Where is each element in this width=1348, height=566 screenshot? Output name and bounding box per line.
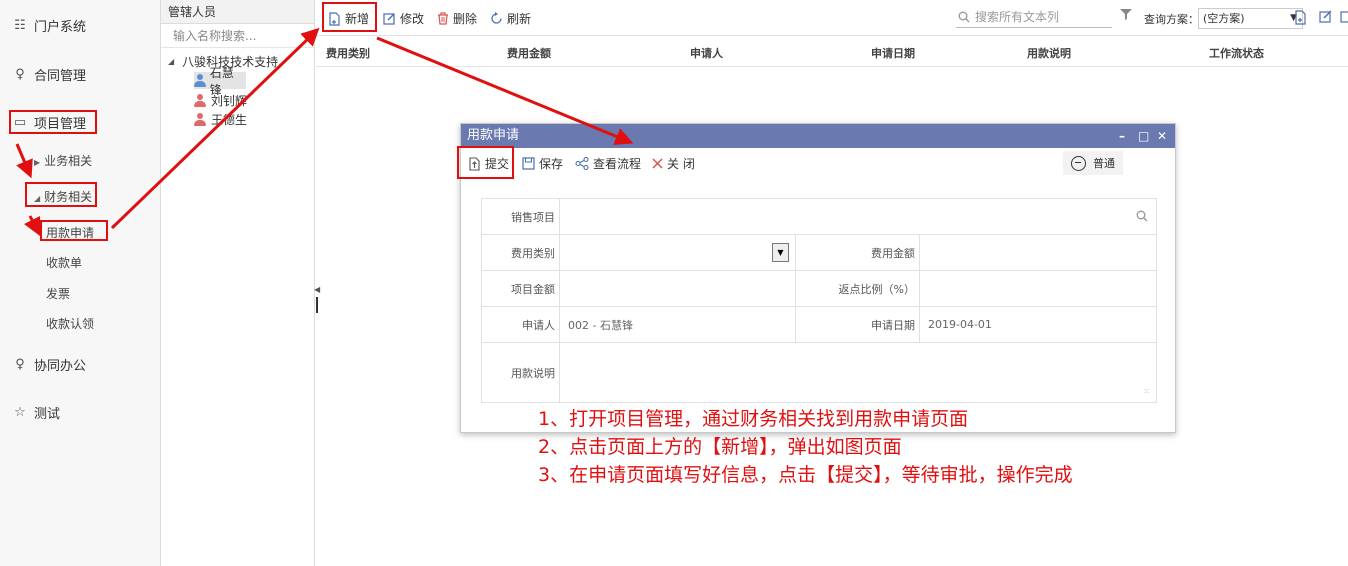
instruction-step-3: 3、在申请页面填写好信息，点击【提交】，等待审批，操作完成 (538, 464, 1073, 486)
instruction-step-2: 2、点击页面上方的【新增】，弹出如图页面 (538, 436, 902, 458)
instruction-step-1: 1、打开项目管理，通过财务相关找到用款申请页面 (538, 408, 969, 430)
arrow-to-finance (15, 143, 33, 179)
arrow-to-dialog (376, 36, 634, 145)
arrow-to-payment-request (23, 215, 41, 237)
arrow-to-add (110, 27, 320, 230)
app-window: ☷ 门户系统 ♀ 合同管理 ▭ 项目管理 ▶ 业务相关 ◢ 财务相关 用款申请 收款… (0, 0, 1348, 566)
